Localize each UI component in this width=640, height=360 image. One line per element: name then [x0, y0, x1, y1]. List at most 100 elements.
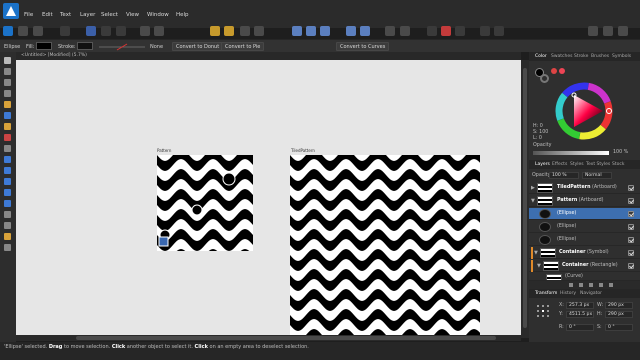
mask-icon[interactable]	[589, 283, 593, 287]
snapping-icon[interactable]	[101, 26, 111, 36]
align-left-icon[interactable]	[292, 26, 302, 36]
tab-color[interactable]: Color	[535, 54, 547, 59]
horizontal-scrollbar[interactable]	[16, 335, 521, 341]
tiledpattern-artboard[interactable]	[290, 155, 480, 337]
tab-styles[interactable]: Styles	[570, 162, 584, 167]
visibility-checkbox[interactable]	[628, 263, 634, 269]
document-tab[interactable]: <Untitled> [Modified] (5.7%)	[16, 52, 521, 60]
arrange-icon[interactable]	[240, 26, 250, 36]
tab-navigator[interactable]: Navigator	[580, 291, 602, 296]
tab-swatches[interactable]: Swatches	[551, 54, 573, 59]
hand-tool-icon[interactable]	[4, 233, 11, 240]
transparency-tool-icon[interactable]	[4, 134, 11, 141]
selection-handle[interactable]	[158, 236, 169, 247]
star-tool-icon[interactable]	[4, 200, 11, 207]
visibility-checkbox[interactable]	[628, 211, 634, 217]
layer-row-selected[interactable]: (Ellipse)	[529, 208, 640, 220]
layer-row[interactable]: ▼ Container (Rectangle)	[529, 260, 640, 272]
align-center-icon[interactable]	[306, 26, 316, 36]
ellipse-shape[interactable]	[191, 204, 203, 216]
opacity-slider[interactable]	[533, 151, 609, 155]
fill-tool-icon[interactable]	[4, 123, 11, 130]
recent-color-swatch[interactable]	[559, 68, 565, 74]
layer-row[interactable]: (Ellipse)	[529, 234, 640, 246]
node-tool-icon[interactable]	[4, 68, 11, 75]
preferences-icon[interactable]	[60, 26, 70, 36]
h-field[interactable]: 290 px	[605, 311, 633, 318]
arrange-front-icon[interactable]	[254, 26, 264, 36]
layer-row[interactable]: ▼ Container (Symbol)	[529, 247, 640, 259]
tab-history[interactable]: History	[560, 291, 576, 296]
arrange-forward-icon[interactable]	[224, 26, 234, 36]
visibility-checkbox[interactable]	[628, 250, 634, 256]
collapse-arrow-icon[interactable]: ▼	[534, 250, 538, 256]
rounded-rect-tool-icon[interactable]	[4, 178, 11, 185]
outline-view-icon[interactable]	[154, 26, 164, 36]
tab-text-styles[interactable]: Text Styles	[586, 162, 610, 167]
x-field[interactable]: 257.3 px	[566, 302, 594, 309]
rotation-field[interactable]: 0 °	[566, 324, 594, 331]
move-tool-icon[interactable]	[4, 57, 11, 64]
tab-layers[interactable]: Layers	[535, 162, 550, 167]
tab-symbols[interactable]: Symbols	[612, 54, 631, 59]
w-field[interactable]: 290 px	[605, 302, 633, 309]
zoom-tool-icon[interactable]	[4, 244, 11, 251]
menu-layer[interactable]: Layer	[80, 12, 95, 18]
expand-arrow-icon[interactable]: ▶	[531, 185, 535, 191]
group-icon[interactable]	[599, 283, 603, 287]
blend-mode-select[interactable]: Normal	[582, 172, 612, 179]
menu-select[interactable]: Select	[101, 12, 118, 18]
shear-field[interactable]: 0 °	[605, 324, 633, 331]
layer-row[interactable]: (Ellipse)	[529, 221, 640, 233]
canvas[interactable]: Pattern TiledPattern	[16, 60, 521, 338]
export-persona-icon[interactable]	[33, 26, 43, 36]
visibility-checkbox[interactable]	[628, 198, 634, 204]
pencil-tool-icon[interactable]	[4, 101, 11, 108]
flip-horizontal-icon[interactable]	[346, 26, 356, 36]
geometry-xor-icon[interactable]	[494, 26, 504, 36]
visibility-checkbox[interactable]	[628, 185, 634, 191]
grid-icon[interactable]	[116, 26, 126, 36]
rotate-icon[interactable]	[385, 26, 395, 36]
view-mode-icon[interactable]	[140, 26, 150, 36]
color-wheel[interactable]	[555, 82, 613, 140]
rectangle-tool-icon[interactable]	[4, 156, 11, 163]
bool-intersect-icon[interactable]	[618, 26, 628, 36]
geometry-subtract-icon[interactable]	[441, 26, 451, 36]
convert-to-donut-button[interactable]: Convert to Donut	[172, 42, 224, 51]
convert-to-pie-button[interactable]: Convert to Pie	[221, 42, 265, 51]
stroke-swatch[interactable]	[77, 42, 93, 50]
brush-tool-icon[interactable]	[4, 112, 11, 119]
eyedropper-tool-icon[interactable]	[4, 145, 11, 152]
stroke-color-swatch[interactable]	[540, 74, 549, 83]
tab-brushes[interactable]: Brushes	[591, 54, 609, 59]
triangle-tool-icon[interactable]	[4, 189, 11, 196]
layer-row[interactable]: ▶ TiledPattern (Artboard)	[529, 182, 640, 194]
fill-swatch[interactable]	[36, 42, 52, 50]
delete-layer-icon[interactable]	[609, 283, 613, 287]
rotate-ccw-icon[interactable]	[400, 26, 410, 36]
bool-subtract-icon[interactable]	[603, 26, 613, 36]
menu-help[interactable]: Help	[176, 12, 189, 18]
collapse-arrow-icon[interactable]: ▼	[531, 198, 535, 204]
menu-text[interactable]: Text	[60, 12, 71, 18]
collapse-arrow-icon[interactable]: ▼	[537, 263, 541, 269]
recent-color-swatch[interactable]	[551, 68, 557, 74]
layers-opacity-field[interactable]: 100 %	[549, 172, 579, 179]
tab-effects[interactable]: Effects	[552, 162, 567, 167]
geometry-add-icon[interactable]	[427, 26, 437, 36]
tab-stock[interactable]: Stock	[612, 162, 624, 167]
add-layer-icon[interactable]	[569, 283, 573, 287]
pixel-persona-icon[interactable]	[18, 26, 28, 36]
geometry-intersect-icon[interactable]	[455, 26, 465, 36]
artistic-text-tool-icon[interactable]	[4, 211, 11, 218]
layer-row[interactable]: ▼ Pattern (Artboard)	[529, 195, 640, 207]
visibility-checkbox[interactable]	[628, 237, 634, 243]
flip-vertical-icon[interactable]	[360, 26, 370, 36]
frame-text-tool-icon[interactable]	[4, 222, 11, 229]
convert-to-curves-button[interactable]: Convert to Curves	[336, 42, 390, 51]
ellipse-shape[interactable]	[222, 172, 236, 186]
fx-icon[interactable]	[579, 283, 583, 287]
pen-tool-icon[interactable]	[4, 90, 11, 97]
assistant-icon[interactable]	[86, 26, 96, 36]
